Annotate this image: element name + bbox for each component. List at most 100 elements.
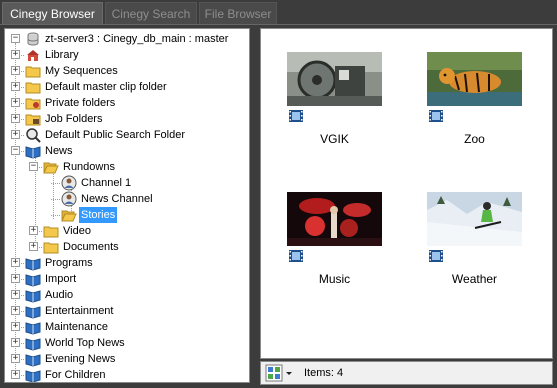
tree-item-label: Private folders: [45, 97, 116, 109]
expand-icon[interactable]: +: [11, 66, 20, 75]
expand-icon[interactable]: +: [11, 370, 20, 379]
tree-item[interactable]: + Evening News: [5, 351, 249, 367]
tree-item[interactable]: + World Top News: [5, 335, 249, 351]
book-icon: [25, 290, 41, 303]
clip-thumbnail: [287, 192, 382, 246]
book-icon: [25, 322, 41, 335]
tree-item-label: Default master clip folder: [45, 81, 167, 93]
tree-item-label: Import: [45, 273, 77, 285]
tree-item[interactable]: + Default master clip folder: [5, 79, 249, 95]
tree-line: [51, 199, 60, 200]
tab-bar: Cinegy Browser Cinegy Search File Browse…: [0, 0, 557, 24]
tree-item[interactable]: + Entertainment: [5, 303, 249, 319]
tab-cinegy-browser[interactable]: Cinegy Browser: [2, 2, 103, 24]
thumbnail-view-icon[interactable]: [265, 364, 293, 382]
tree-line: [51, 183, 60, 184]
tree-line: [51, 215, 60, 216]
expand-icon[interactable]: +: [11, 306, 20, 315]
database-icon: [27, 32, 39, 46]
folder-icon: [25, 82, 41, 94]
tab-cinegy-search[interactable]: Cinegy Search: [105, 2, 197, 24]
expand-icon[interactable]: +: [29, 226, 38, 235]
tree-root[interactable]: − zt-server3 : Cinegy_db_main : master: [5, 31, 249, 47]
tree-item[interactable]: + Library: [5, 47, 249, 63]
expand-icon[interactable]: +: [11, 354, 20, 363]
browser-content: − zt-server3 : Cinegy_db_main : master +…: [0, 24, 557, 388]
expand-icon[interactable]: +: [11, 98, 20, 107]
tree-item[interactable]: + Audio: [5, 287, 249, 303]
clip-thumbnail-view[interactable]: VGIK Zoo Music Weather: [260, 28, 553, 359]
folder-open-icon: [61, 210, 77, 222]
tree-item-label: For Children: [45, 369, 106, 381]
expand-icon[interactable]: +: [11, 338, 20, 347]
tree-item-label: Channel 1: [81, 177, 132, 189]
tree-item[interactable]: + Default Public Search Folder: [5, 127, 249, 143]
clip-thumbnail: [427, 52, 522, 106]
expand-icon[interactable]: +: [11, 82, 20, 91]
expand-icon[interactable]: +: [11, 274, 20, 283]
expand-icon[interactable]: +: [29, 242, 38, 251]
tree-item-label: Job Folders: [45, 113, 103, 125]
tree-item[interactable]: + For Children: [5, 367, 249, 382]
tree-item[interactable]: Channel 1: [5, 175, 249, 191]
tree-item-label: Programs: [45, 257, 93, 269]
clip-thumbnail: [427, 192, 522, 246]
film-strip-icon: [289, 250, 303, 262]
panel-splitter[interactable]: [251, 28, 259, 383]
book-icon: [25, 354, 41, 367]
tree-item[interactable]: − News: [5, 143, 249, 159]
expand-icon[interactable]: +: [11, 50, 20, 59]
tree-item-label: News Channel: [81, 193, 153, 205]
private-folder-icon: [25, 98, 41, 110]
tree-item[interactable]: News Channel: [5, 191, 249, 207]
tree-item[interactable]: − Rundowns: [5, 159, 249, 175]
tree-item-label: Video: [63, 225, 91, 237]
expand-icon[interactable]: +: [11, 322, 20, 331]
clip-name: Zoo: [464, 132, 485, 146]
folder-icon: [43, 242, 59, 254]
channel-icon: [61, 175, 77, 191]
book-icon: [25, 258, 41, 271]
expand-icon[interactable]: +: [11, 290, 20, 299]
tree-item[interactable]: + Programs: [5, 255, 249, 271]
folder-open-icon: [43, 162, 59, 174]
expand-icon[interactable]: +: [11, 130, 20, 139]
book-icon: [25, 370, 41, 382]
tree-item-label: Audio: [45, 289, 74, 301]
expand-icon[interactable]: +: [11, 258, 20, 267]
tab-file-browser[interactable]: File Browser: [199, 2, 277, 24]
tree-item[interactable]: + Private folders: [5, 95, 249, 111]
tree-item[interactable]: + My Sequences: [5, 63, 249, 79]
film-strip-icon: [429, 250, 443, 262]
tree-item[interactable]: + Documents: [5, 239, 249, 255]
search-folder-icon: [26, 128, 41, 143]
tree-item[interactable]: + Job Folders: [5, 111, 249, 127]
collapse-icon[interactable]: −: [29, 162, 38, 171]
collapse-icon[interactable]: −: [11, 146, 20, 155]
items-count: Items: 4: [304, 367, 344, 379]
tree-item[interactable]: + Video: [5, 223, 249, 239]
film-strip-icon: [289, 110, 303, 122]
status-bar: Items: 4: [260, 361, 553, 385]
tree-item-label: My Sequences: [45, 65, 118, 77]
tree-item-label: Entertainment: [45, 305, 114, 317]
book-icon: [25, 338, 41, 351]
book-icon: [25, 306, 41, 319]
tree-item[interactable]: Stories: [5, 207, 249, 223]
clip-name: VGIK: [320, 132, 349, 146]
folder-icon: [25, 66, 41, 78]
channel-icon: [61, 191, 77, 207]
tree-item-label: Rundowns: [63, 161, 115, 173]
clip-thumbnail: [287, 52, 382, 106]
tree-item[interactable]: + Import: [5, 271, 249, 287]
tree-item-label: Stories: [79, 207, 118, 223]
clip-name: Weather: [451, 272, 498, 286]
expand-icon[interactable]: +: [11, 114, 20, 123]
tree-item[interactable]: + Maintenance: [5, 319, 249, 335]
tree-item-label: Maintenance: [45, 321, 108, 333]
collapse-icon[interactable]: −: [11, 34, 20, 43]
folder-tree[interactable]: − zt-server3 : Cinegy_db_main : master +…: [4, 28, 250, 383]
film-strip-icon: [429, 110, 443, 122]
tree-root-label: zt-server3 : Cinegy_db_main : master: [45, 33, 229, 45]
tree-item-label: Library: [45, 49, 79, 61]
